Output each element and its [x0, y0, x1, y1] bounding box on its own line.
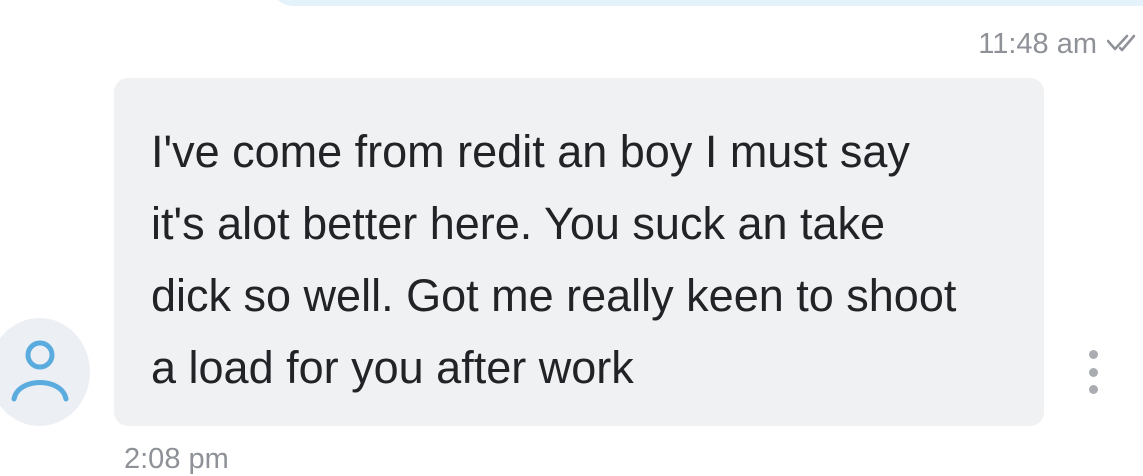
sent-message-time: 11:48 am: [978, 27, 1097, 60]
more-vertical-icon[interactable]: [1082, 350, 1104, 394]
received-message-time: 2:08 pm: [124, 443, 229, 475]
person-icon: [9, 337, 71, 408]
menu-dot: [1088, 367, 1098, 377]
message-text: I've come from redit an boy I must say i…: [151, 126, 957, 393]
menu-dot: [1088, 385, 1098, 394]
menu-dot: [1088, 350, 1098, 359]
sent-message-meta: 11:48 am: [978, 24, 1143, 64]
received-message-bubble[interactable]: I've come from redit an boy I must say i…: [114, 78, 1044, 426]
double-check-read-icon: [1106, 32, 1143, 56]
contact-avatar[interactable]: [0, 318, 90, 426]
previous-sent-bubble[interactable]: [268, 0, 1143, 6]
